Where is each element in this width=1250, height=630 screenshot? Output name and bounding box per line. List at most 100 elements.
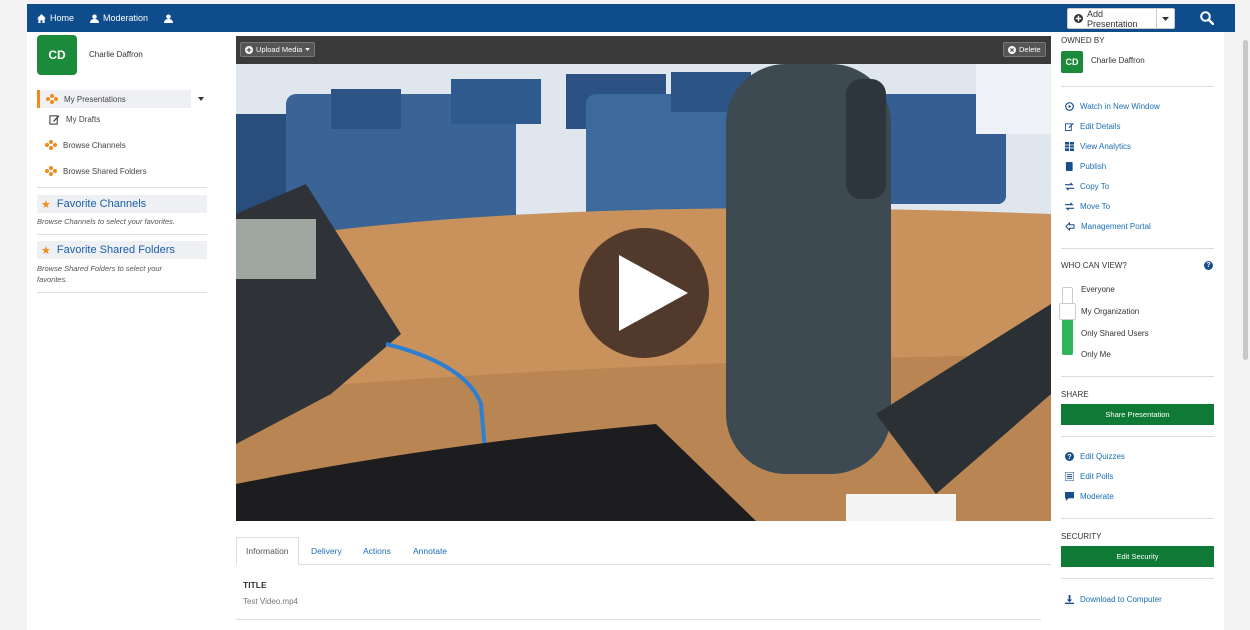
visibility-option-everyone[interactable]: Everyone (1081, 285, 1115, 294)
action-label: Copy To (1080, 182, 1110, 191)
divider (1061, 518, 1214, 519)
exchange-icon (1065, 182, 1074, 191)
nav-moderation[interactable]: Moderation (90, 4, 148, 32)
moderate-link[interactable]: Moderate (1065, 492, 1114, 501)
visibility-option-only-me[interactable]: Only Me (1081, 350, 1111, 359)
owned-by-heading: OWNED BY (1061, 36, 1105, 45)
play-button[interactable] (579, 228, 709, 358)
visibility-option-only-shared-users[interactable]: Only Shared Users (1081, 329, 1149, 338)
shared-folders-icon (45, 166, 57, 176)
nav-profile[interactable] (164, 4, 173, 32)
scrollbar-thumb[interactable] (1243, 40, 1248, 360)
action-label: Download to Computer (1080, 595, 1162, 604)
view-analytics-link[interactable]: View Analytics (1065, 142, 1131, 151)
divider (236, 619, 1041, 620)
title-label: TITLE (243, 580, 267, 590)
delete-label: Delete (1019, 45, 1041, 54)
list-icon (1065, 472, 1074, 481)
add-presentation-main[interactable]: Add Presentation (1068, 9, 1156, 29)
user-name: Charlie Daffron (89, 50, 143, 59)
visibility-slider-fill (1062, 320, 1073, 355)
sidebar-item-my-drafts[interactable]: My Drafts (49, 110, 219, 128)
action-label: Publish (1080, 162, 1107, 171)
visibility-slider-handle[interactable] (1059, 303, 1076, 320)
sidebar-item-label: My Presentations (64, 94, 126, 104)
sidebar-item-label: Browse Channels (63, 140, 126, 150)
action-label: View Analytics (1080, 142, 1131, 151)
left-sidebar: CD Charlie Daffron My Presentations My D… (27, 32, 226, 630)
help-icon[interactable]: ? (1204, 261, 1213, 270)
sidebar-item-label: Browse Shared Folders (63, 166, 147, 176)
star-icon: ★ (41, 198, 51, 211)
upload-media-button[interactable]: Upload Media (240, 42, 316, 57)
nav-home-label: Home (50, 13, 75, 23)
divider (1061, 86, 1214, 87)
upload-media-label: Upload Media (256, 45, 303, 54)
portal-icon (1065, 222, 1075, 231)
nav-moderation-label: Moderation (103, 13, 149, 23)
tab-delivery[interactable]: Delivery (302, 537, 351, 565)
top-navigation-bar: Home Moderation Add Presentation (27, 4, 1235, 32)
sidebar-item-browse-shared-folders[interactable]: Browse Shared Folders (45, 162, 215, 180)
video-player[interactable]: Upload Media Delete (236, 36, 1051, 521)
management-portal-link[interactable]: Management Portal (1065, 222, 1151, 231)
tab-actions[interactable]: Actions (354, 537, 400, 565)
caret-down-icon[interactable] (198, 97, 204, 101)
play-icon (619, 255, 688, 331)
watch-new-window-link[interactable]: Watch in New Window (1065, 102, 1160, 111)
edit-polls-link[interactable]: Edit Polls (1065, 472, 1113, 481)
download-link[interactable]: Download to Computer (1065, 595, 1162, 604)
tab-information[interactable]: Information (236, 537, 299, 565)
download-icon (1065, 595, 1074, 604)
add-presentation-button[interactable]: Add Presentation (1067, 8, 1175, 29)
action-label: Edit Quizzes (1080, 452, 1125, 461)
svg-text:?: ? (1067, 452, 1071, 461)
who-can-view-heading: WHO CAN VIEW? (1061, 261, 1127, 270)
page-scrollbar[interactable] (1241, 0, 1250, 630)
action-label: Watch in New Window (1080, 102, 1160, 111)
edit-icon (1065, 122, 1074, 131)
caret-down-icon (305, 48, 311, 51)
visibility-option-my-organization[interactable]: My Organization (1081, 307, 1139, 316)
security-heading: SECURITY (1061, 532, 1102, 541)
sidebar-item-my-presentations[interactable]: My Presentations (37, 90, 191, 108)
divider (1061, 436, 1214, 437)
avatar: CD (37, 35, 77, 75)
action-label: Move To (1080, 202, 1111, 211)
favorite-folders-heading: ★ Favorite Shared Folders (37, 241, 207, 259)
delete-button[interactable]: Delete (1003, 42, 1046, 57)
favorite-channels-title: Favorite Channels (56, 198, 147, 210)
main-content: Upload Media Delete Information Delivery… (226, 32, 1051, 630)
tab-annotate[interactable]: Annotate (404, 537, 456, 565)
right-sidebar: OWNED BY CD Charlie Daffron Watch in New… (1051, 32, 1224, 630)
publish-link[interactable]: Publish (1065, 162, 1106, 171)
favorite-folders-title: Favorite Shared Folders (56, 244, 175, 256)
channels-icon (45, 140, 57, 150)
close-circle-icon (1008, 45, 1016, 54)
presentations-icon (46, 94, 58, 104)
search-icon (1200, 11, 1214, 25)
home-icon (37, 13, 46, 23)
share-presentation-button[interactable]: Share Presentation (1061, 404, 1214, 425)
user-icon (90, 13, 99, 23)
sidebar-item-label: My Drafts (66, 114, 101, 124)
edit-quizzes-link[interactable]: ? Edit Quizzes (1065, 452, 1125, 461)
nav-home[interactable]: Home (37, 4, 74, 32)
sidebar-item-browse-channels[interactable]: Browse Channels (45, 136, 215, 154)
favorite-channels-heading: ★ Favorite Channels (37, 195, 207, 213)
action-label: Edit Details (1080, 122, 1121, 131)
search-button[interactable] (1197, 8, 1217, 28)
edit-security-button[interactable]: Edit Security (1061, 546, 1214, 567)
divider (37, 234, 207, 235)
move-to-link[interactable]: Move To (1065, 202, 1110, 211)
caret-down-icon (1162, 16, 1169, 21)
copy-to-link[interactable]: Copy To (1065, 182, 1109, 191)
tab-bar: Information Delivery Actions Annotate (236, 537, 1051, 565)
edit-icon (49, 114, 60, 125)
exchange-icon (1065, 202, 1074, 211)
edit-details-link[interactable]: Edit Details (1065, 122, 1120, 131)
add-presentation-dropdown[interactable] (1156, 9, 1174, 28)
owner-avatar: CD (1061, 51, 1083, 73)
plus-circle-icon (245, 45, 253, 54)
divider (37, 292, 207, 293)
